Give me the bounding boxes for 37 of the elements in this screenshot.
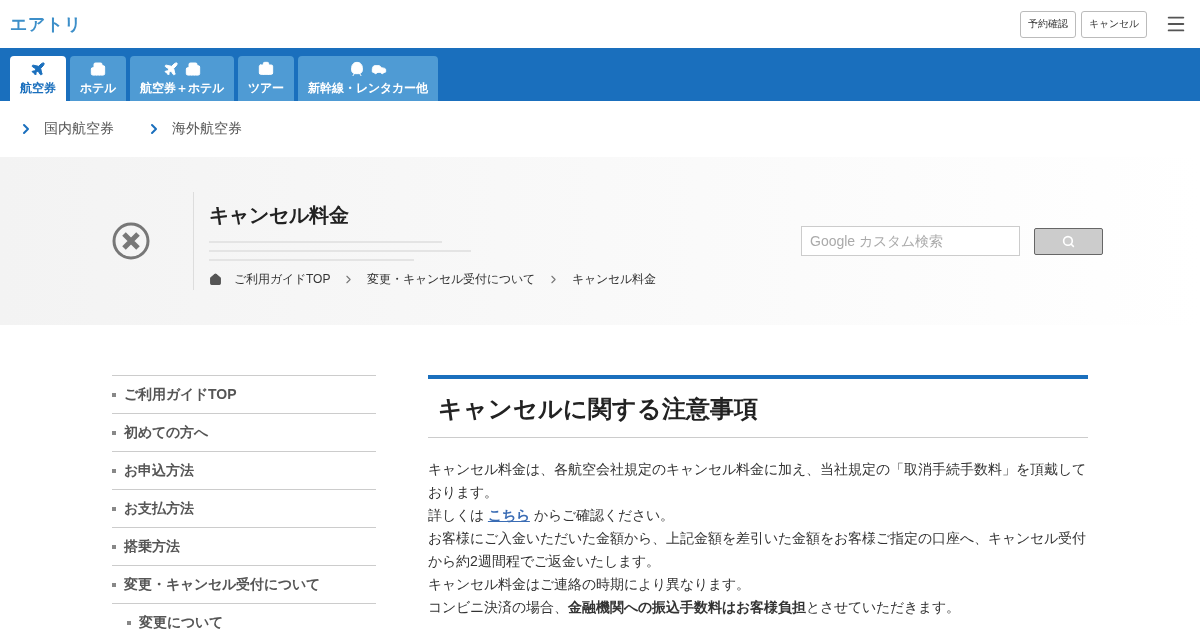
body-text: キャンセル料金は、各航空会社規定のキャンセル料金に加え、当社規定の「取消手続手数料」を頂戴しております。 xyxy=(428,460,1087,502)
tab-label: ツアー xyxy=(248,79,284,97)
page-title: キャンセル料金 xyxy=(209,203,350,228)
search-field[interactable]: Google カスタム検索 xyxy=(801,226,1020,256)
plane-icon xyxy=(163,60,179,77)
tab-label: 航空券＋ホテル xyxy=(140,79,224,97)
nav-tab[interactable]: 航空券 xyxy=(10,56,66,101)
site-logo[interactable]: エアトリ xyxy=(10,12,82,36)
tab-label: 新幹線・レンタカー他 xyxy=(308,79,428,97)
search-icon xyxy=(1062,234,1075,248)
sidebar-link[interactable]: 初めての方へ xyxy=(112,414,376,452)
sidebar-link[interactable]: 変更・キャンセル受付について xyxy=(112,566,376,604)
body-text: キャンセル料金はご連絡の時期により異なります。 xyxy=(428,575,751,594)
tab-label: 航空券 xyxy=(20,79,56,97)
body-text: 詳しくは こちら からご確認ください。 xyxy=(428,506,675,525)
sidebar-link[interactable]: 搭乗方法 xyxy=(112,528,376,566)
sidebar-link[interactable]: 変更について xyxy=(112,604,376,630)
sub-nav-link[interactable]: 国内航空券 xyxy=(18,120,114,138)
breadcrumb-link[interactable]: 変更・キャンセル受付について xyxy=(367,271,536,288)
search-button[interactable] xyxy=(1034,227,1103,255)
body-text: お客様にご入金いただいた金額から、上記金額を差引いた金額をお客様ご指定の口座へ、キャンセル受付から約2週間程でご返金いたします。 xyxy=(428,529,1087,571)
text-link[interactable]: こちら xyxy=(487,507,530,523)
tab-label: ホテル xyxy=(80,79,116,97)
sidebar-link[interactable]: お申込方法 xyxy=(112,452,376,490)
section-heading: キャンセルに関する注意事項 xyxy=(428,375,1088,438)
breadcrumb-link[interactable]: キャンセル料金 xyxy=(572,271,657,288)
header-button[interactable]: 予約確認 xyxy=(1020,10,1076,38)
cancel-circle-icon xyxy=(112,222,150,260)
breadcrumb-link[interactable]: ご利用ガイドTOP xyxy=(234,271,331,288)
home-icon xyxy=(209,273,222,286)
plane-icon xyxy=(30,60,46,77)
sidebar-link[interactable]: お支払方法 xyxy=(112,490,376,528)
header-button[interactable]: キャンセル xyxy=(1081,10,1147,38)
briefcase-icon xyxy=(258,60,274,77)
sub-nav-link[interactable]: 海外航空券 xyxy=(146,120,242,138)
sidebar-link[interactable]: ご利用ガイドTOP xyxy=(112,376,376,414)
body-text: コンビニ決済の場合、金融機関への振込手数料はお客様負担とさせていただきます。 xyxy=(428,598,961,617)
